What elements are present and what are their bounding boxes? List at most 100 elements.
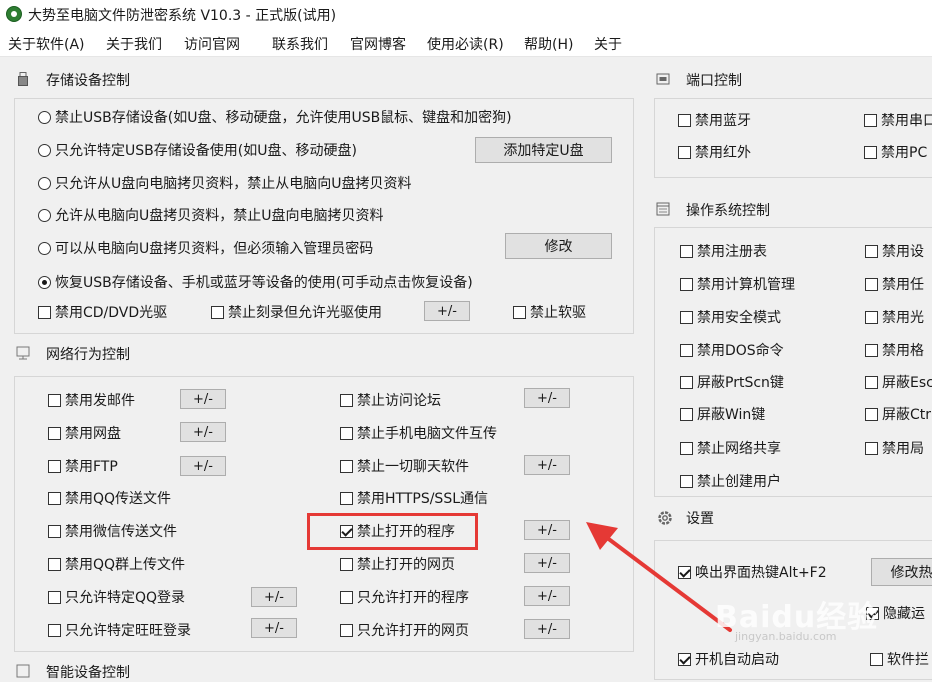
program-plus-minus-button[interactable]: +/- <box>524 520 570 540</box>
checkbox-block-webpage[interactable]: 禁止打开的网页 <box>340 554 455 574</box>
checkbox-block-win-key[interactable]: 屏蔽Win键 <box>680 404 765 424</box>
ftp-plus-minus-button[interactable]: +/- <box>180 456 226 476</box>
checkbox-os-right-2[interactable]: 禁用任 <box>865 274 924 294</box>
checkbox-allow-specific-wangwang[interactable]: 只允许特定旺旺登录 <box>48 620 191 640</box>
checkbox-disable-cd-dvd[interactable]: 禁用CD/DVD光驱 <box>38 302 167 322</box>
checkbox-disable-wechat-file[interactable]: 禁用微信传送文件 <box>48 521 177 541</box>
radio-pc-to-usb-only[interactable]: 允许从电脑向U盘拷贝资料，禁止U盘向电脑拷贝资料 <box>38 205 384 225</box>
checkbox[interactable] <box>865 343 878 357</box>
checkbox[interactable] <box>48 426 61 440</box>
checkbox[interactable] <box>865 441 878 455</box>
checkbox[interactable] <box>865 375 878 389</box>
checkbox[interactable] <box>48 491 61 505</box>
checkbox-os-right-1[interactable]: 禁用设 <box>865 241 924 261</box>
checkbox[interactable] <box>48 524 61 538</box>
checkbox[interactable] <box>865 310 878 324</box>
checkbox[interactable] <box>48 459 61 473</box>
checkbox-allow-program[interactable]: 只允许打开的程序 <box>340 587 469 607</box>
menu-about-us[interactable]: 关于我们 <box>106 34 162 54</box>
checkbox-block-prtscn[interactable]: 屏蔽PrtScn键 <box>680 372 784 392</box>
checkbox-disable-pcmcia[interactable]: 禁用PC <box>864 142 927 162</box>
radio-button[interactable] <box>38 176 51 190</box>
checkbox-block-ctrl[interactable]: 屏蔽Ctr <box>865 404 931 424</box>
checkbox-disable-serial[interactable]: 禁用串口 <box>864 110 932 130</box>
checkbox-allow-specific-qq[interactable]: 只允许特定QQ登录 <box>48 587 185 607</box>
checkbox[interactable] <box>680 244 693 258</box>
checkbox[interactable] <box>680 441 693 455</box>
checkbox-block-network-share[interactable]: 禁止网络共享 <box>680 438 781 458</box>
radio-usb-to-pc-only[interactable]: 只允许从U盘向电脑拷贝资料，禁止从电脑向U盘拷贝资料 <box>38 173 412 193</box>
checkbox[interactable] <box>340 491 353 505</box>
allow-webpage-plus-minus-button[interactable]: +/- <box>524 619 570 639</box>
checkbox-disable-safe-mode[interactable]: 禁用安全模式 <box>680 307 781 327</box>
checkbox-os-right-7[interactable]: 禁用局 <box>865 438 924 458</box>
checkbox-block-esc[interactable]: 屏蔽Esc <box>865 372 932 392</box>
checkbox-disable-bluetooth[interactable]: 禁用蓝牙 <box>678 110 751 130</box>
checkbox-disable-ftp[interactable]: 禁用FTP <box>48 456 118 476</box>
radio-restore-usb[interactable]: 恢复USB存储设备、手机或蓝牙等设备的使用(可手动点击恢复设备) <box>38 272 473 292</box>
menu-must-read[interactable]: 使用必读(R) <box>427 34 504 54</box>
checkbox[interactable] <box>340 459 353 473</box>
radio-button[interactable] <box>38 143 51 157</box>
webpage-plus-minus-button[interactable]: +/- <box>524 553 570 573</box>
menu-help[interactable]: 帮助(H) <box>524 34 573 54</box>
checkbox[interactable] <box>48 393 61 407</box>
email-plus-minus-button[interactable]: +/- <box>180 389 226 409</box>
checkbox-disable-qq-file[interactable]: 禁用QQ传送文件 <box>48 488 171 508</box>
radio-block-usb[interactable]: 禁止USB存储设备(如U盘、移动硬盘，允许使用USB鼠标、键盘和加密狗) <box>38 107 512 127</box>
modify-hotkey-button[interactable]: 修改热 <box>871 558 932 586</box>
checkbox[interactable] <box>211 305 224 319</box>
checkbox-block-phone-transfer[interactable]: 禁止手机电脑文件互传 <box>340 423 497 443</box>
checkbox[interactable] <box>38 305 51 319</box>
checkbox[interactable] <box>340 393 353 407</box>
forum-plus-minus-button[interactable]: +/- <box>524 388 570 408</box>
checkbox[interactable] <box>864 113 877 127</box>
radio-button[interactable] <box>38 241 51 255</box>
checkbox-disable-netdisk[interactable]: 禁用网盘 <box>48 423 121 443</box>
menu-visit-site[interactable]: 访问官网 <box>184 34 240 54</box>
checkbox-block-burning[interactable]: 禁止刻录但允许光驱使用 <box>211 302 382 322</box>
radio-password-copy[interactable]: 可以从电脑向U盘拷贝资料，但必须输入管理员密码 <box>38 238 373 258</box>
add-specific-usb-button[interactable]: 添加特定U盘 <box>475 137 612 163</box>
checkbox-checked[interactable] <box>678 652 691 666</box>
checkbox-os-right-4[interactable]: 禁用格 <box>865 340 924 360</box>
checkbox[interactable] <box>340 557 353 571</box>
checkbox-block-floppy[interactable]: 禁止软驱 <box>513 302 586 322</box>
checkbox[interactable] <box>340 590 353 604</box>
checkbox[interactable] <box>680 407 693 421</box>
qq-login-plus-minus-button[interactable]: +/- <box>251 587 297 607</box>
checkbox[interactable] <box>870 652 883 666</box>
modify-password-button[interactable]: 修改 <box>505 233 612 259</box>
radio-button[interactable] <box>38 110 51 124</box>
checkbox[interactable] <box>865 277 878 291</box>
checkbox[interactable] <box>48 590 61 604</box>
menu-contact-us[interactable]: 联系我们 <box>272 34 328 54</box>
checkbox-disable-registry[interactable]: 禁用注册表 <box>680 241 767 261</box>
checkbox-software-block[interactable]: 软件拦 <box>870 649 929 669</box>
checkbox-allow-webpage[interactable]: 只允许打开的网页 <box>340 620 469 640</box>
checkbox-autostart[interactable]: 开机自动启动 <box>678 649 779 669</box>
checkbox-os-right-3[interactable]: 禁用光 <box>865 307 924 327</box>
checkbox[interactable] <box>340 426 353 440</box>
checkbox[interactable] <box>680 343 693 357</box>
checkbox[interactable] <box>48 623 61 637</box>
checkbox[interactable] <box>678 113 691 127</box>
checkbox-disable-dos[interactable]: 禁用DOS命令 <box>680 340 784 360</box>
chat-plus-minus-button[interactable]: +/- <box>524 455 570 475</box>
radio-allow-specific-usb[interactable]: 只允许特定USB存储设备使用(如U盘、移动硬盘) <box>38 140 357 160</box>
radio-button[interactable] <box>38 208 51 222</box>
checkbox-disable-qq-group-upload[interactable]: 禁用QQ群上传文件 <box>48 554 185 574</box>
menu-blog[interactable]: 官网博客 <box>350 34 406 54</box>
checkbox-disable-computer-management[interactable]: 禁用计算机管理 <box>680 274 795 294</box>
checkbox[interactable] <box>340 623 353 637</box>
checkbox[interactable] <box>680 310 693 324</box>
checkbox-block-forum[interactable]: 禁止访问论坛 <box>340 390 441 410</box>
menu-about[interactable]: 关于 <box>594 34 622 54</box>
checkbox-block-create-user[interactable]: 禁止创建用户 <box>680 471 781 491</box>
checkbox-disable-https[interactable]: 禁用HTTPS/SSL通信 <box>340 488 488 508</box>
allow-program-plus-minus-button[interactable]: +/- <box>524 586 570 606</box>
checkbox[interactable] <box>48 557 61 571</box>
checkbox[interactable] <box>513 305 526 319</box>
checkbox-disable-email[interactable]: 禁用发邮件 <box>48 390 135 410</box>
radio-button-selected[interactable] <box>38 275 51 289</box>
